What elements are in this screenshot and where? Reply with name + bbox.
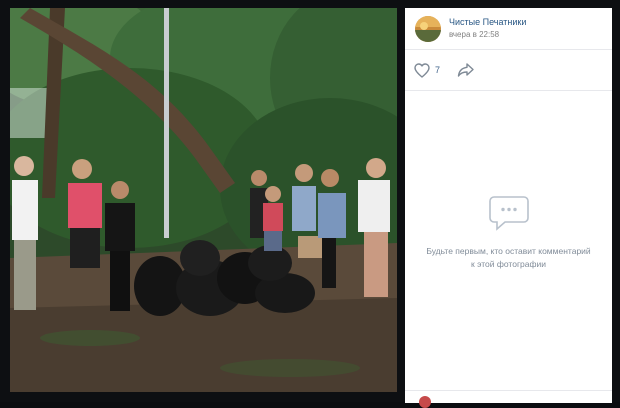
post-photo[interactable] <box>10 8 397 392</box>
photo-viewer: Чистые Печатники вчера в 22:58 7 Будьте … <box>0 0 620 408</box>
post-header: Чистые Печатники вчера в 22:58 <box>405 8 612 50</box>
like-button[interactable]: 7 <box>414 61 448 79</box>
share-arrow-icon <box>457 63 474 77</box>
empty-comments-text: Будьте первым, кто оставит комментарий к… <box>426 246 591 269</box>
user-avatar <box>419 396 431 408</box>
post-time[interactable]: вчера в 22:58 <box>449 30 499 39</box>
chat-bubble-icon <box>488 196 529 231</box>
author-name[interactable]: Чистые Печатники <box>449 17 526 27</box>
comment-input-bar[interactable] <box>405 390 612 408</box>
comments-empty-state: Будьте первым, кто оставит комментарий к… <box>405 194 612 271</box>
avatar-image <box>415 16 441 42</box>
like-count: 7 <box>435 65 441 75</box>
community-avatar[interactable] <box>415 16 441 42</box>
photo-image <box>10 8 397 392</box>
heart-icon <box>414 62 430 78</box>
photo-sidebar: Чистые Печатники вчера в 22:58 7 Будьте … <box>405 8 612 408</box>
post-actions: 7 <box>405 50 612 91</box>
share-button[interactable] <box>457 62 475 78</box>
